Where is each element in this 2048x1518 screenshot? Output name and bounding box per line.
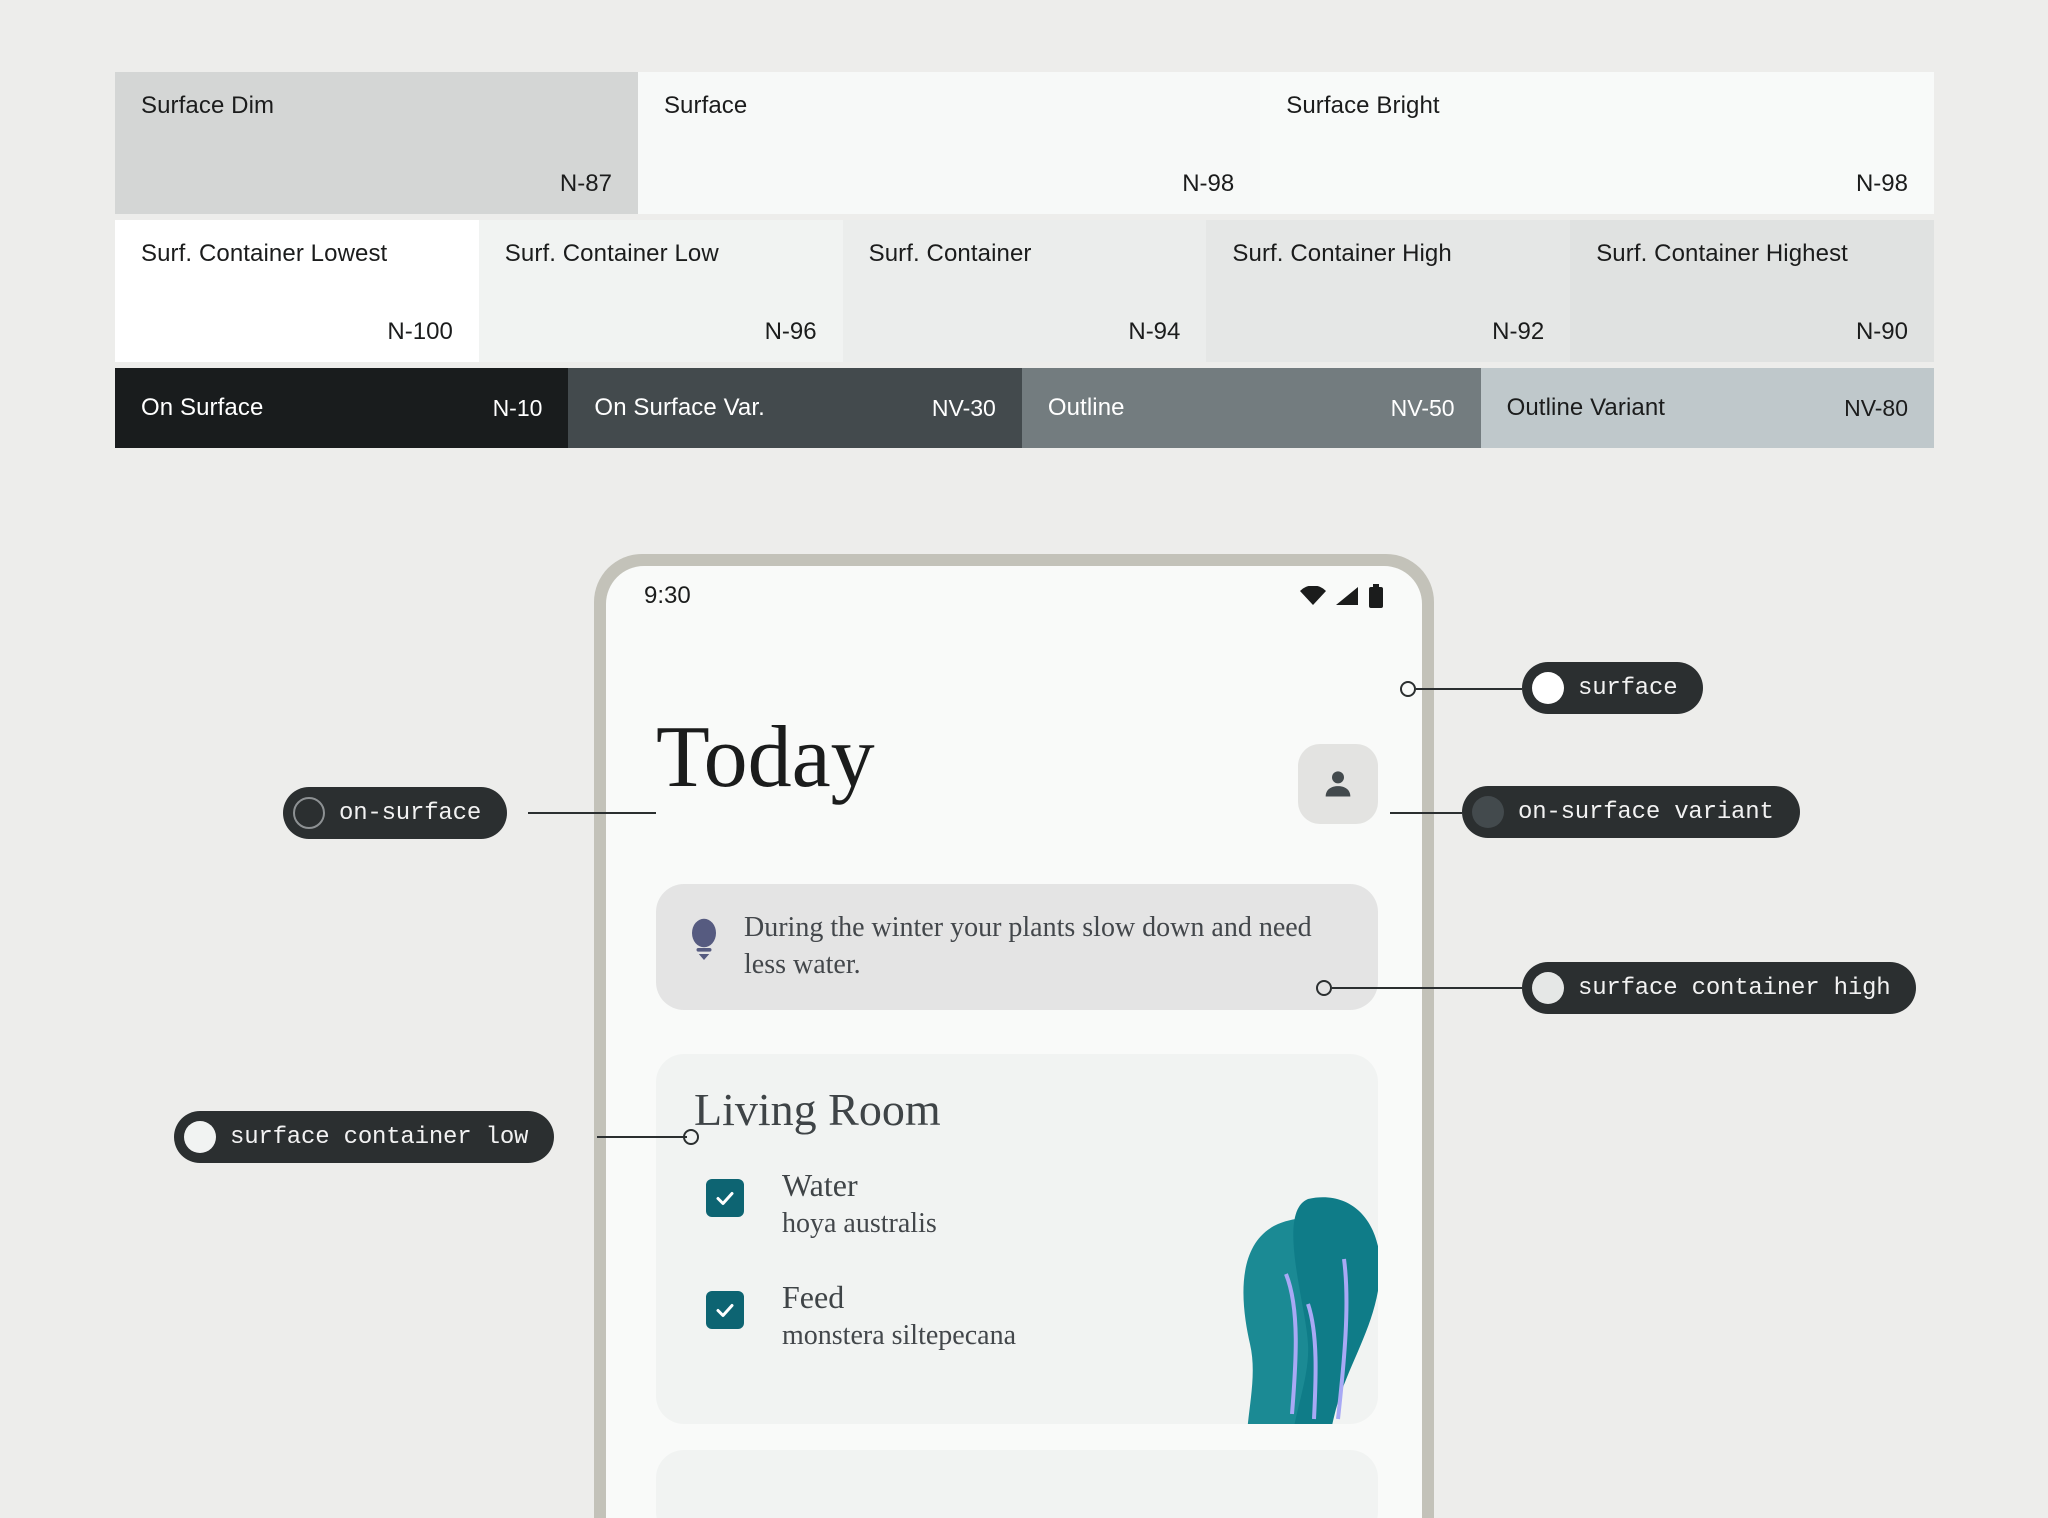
- page-title: Today: [656, 709, 875, 806]
- checkbox-feed[interactable]: [706, 1290, 744, 1329]
- swatch-label: Surface: [663, 92, 748, 119]
- swatch-tone: N-87: [559, 170, 612, 197]
- swatch-container-highest[interactable]: Surf. Container Highest N-90: [1570, 220, 1934, 362]
- battery-icon: [1369, 584, 1383, 608]
- status-bar: 9:30: [606, 566, 1422, 626]
- swatch-label: Surf. Container High: [1232, 240, 1452, 267]
- wifi-icon: [1300, 586, 1326, 605]
- task-text-group: Feed monstera siltepecana: [782, 1277, 1016, 1355]
- swatch-label: Surface Bright: [1286, 92, 1440, 119]
- annotation-label: on-surface: [339, 799, 482, 827]
- annotation-label: surface container low: [230, 1123, 529, 1151]
- page-root: Surface Dim N-87 Surface N-98 Surface Br…: [0, 0, 2048, 1518]
- swatch-label: Surf. Container: [868, 240, 1032, 267]
- leader-line-surface: [1416, 688, 1522, 690]
- swatch-label: On Surface: [141, 394, 264, 421]
- annotation-on-surface-variant[interactable]: on-surface variant: [1462, 786, 1800, 838]
- swatch-dot-icon: [1532, 972, 1564, 1004]
- lightbulb-icon: [692, 918, 716, 960]
- cell-signal-icon: [1336, 587, 1358, 605]
- task-text-group: Water hoya australis: [782, 1165, 937, 1243]
- swatch-dot-icon: [184, 1121, 216, 1153]
- next-room-card[interactable]: [656, 1450, 1378, 1518]
- status-icons: [1300, 584, 1384, 608]
- person-icon: [1325, 771, 1351, 797]
- swatch-tone: NV-50: [1390, 394, 1455, 421]
- swatch-row-surfaces: Surface Dim N-87 Surface N-98 Surface Br…: [115, 72, 1934, 214]
- swatch-row-containers: Surf. Container Lowest N-100 Surf. Conta…: [115, 220, 1934, 362]
- swatch-dot-icon: [1472, 796, 1504, 828]
- swatch-tone: N-100: [387, 318, 453, 345]
- leader-endpoint-container-low: [683, 1129, 699, 1145]
- task-row[interactable]: Feed monstera siltepecana: [706, 1277, 1378, 1355]
- leader-line-on-surface-variant: [1390, 812, 1462, 814]
- annotation-surface[interactable]: surface: [1522, 662, 1704, 714]
- phone-screen: 9:30 Today During the winter your plants…: [606, 566, 1422, 1518]
- swatch-label: Outline Variant: [1506, 394, 1666, 421]
- task-list: Water hoya australis Feed monstera silte…: [706, 1165, 1378, 1355]
- swatch-label: Surf. Container Highest: [1596, 240, 1848, 267]
- swatch-outline-variant[interactable]: Outline Variant NV-80: [1480, 368, 1935, 448]
- task-name: Water: [782, 1167, 858, 1204]
- swatch-tone: NV-30: [931, 394, 996, 421]
- status-time: 9:30: [644, 582, 691, 609]
- room-title: Living Room: [694, 1084, 941, 1135]
- swatch-tone: N-94: [1128, 318, 1181, 345]
- swatch-surface[interactable]: Surface N-98: [637, 72, 1261, 214]
- swatch-row-on-surface: On Surface N-10 On Surface Var. NV-30 Ou…: [115, 368, 1935, 448]
- annotation-on-surface[interactable]: on-surface: [283, 787, 508, 839]
- task-name: Feed: [782, 1278, 845, 1315]
- task-row[interactable]: Water hoya australis: [706, 1165, 1378, 1243]
- surface-swatch-table: Surface Dim N-87 Surface N-98 Surface Br…: [115, 72, 1935, 448]
- room-card[interactable]: Living Room Water hoya australis Feed mo…: [656, 1054, 1378, 1424]
- swatch-container-low[interactable]: Surf. Container Low N-96: [478, 220, 843, 362]
- leader-endpoint-container-high: [1316, 980, 1332, 996]
- leader-line-container-high: [1332, 987, 1522, 989]
- tip-text: During the winter your plants slow down …: [744, 912, 1312, 980]
- tip-card[interactable]: During the winter your plants slow down …: [656, 884, 1378, 1010]
- swatch-outline[interactable]: Outline NV-50: [1021, 368, 1481, 448]
- swatch-container[interactable]: Surf. Container N-94: [842, 220, 1207, 362]
- annotation-label: surface: [1578, 674, 1678, 702]
- swatch-tone: N-10: [492, 394, 543, 421]
- annotation-label: on-surface variant: [1518, 798, 1774, 826]
- swatch-tone: N-98: [1182, 170, 1235, 197]
- swatch-label: Surface Dim: [141, 92, 275, 119]
- swatch-surface-bright[interactable]: Surface Bright N-98: [1260, 72, 1934, 214]
- swatch-tone: NV-80: [1844, 394, 1909, 421]
- swatch-label: Outline: [1047, 394, 1125, 421]
- swatch-label: Surf. Container Lowest: [141, 240, 388, 267]
- checkbox-water[interactable]: [706, 1179, 744, 1218]
- avatar[interactable]: [1298, 744, 1378, 824]
- annotation-surface-container-high[interactable]: surface container high: [1522, 962, 1917, 1014]
- phone-mockup: 9:30 Today During the winter your plants…: [594, 554, 1434, 1518]
- task-plant: hoya australis: [782, 1208, 937, 1240]
- check-icon: [716, 1192, 734, 1206]
- swatch-on-surface-variant[interactable]: On Surface Var. NV-30: [568, 368, 1022, 448]
- swatch-tone: N-96: [764, 318, 817, 345]
- swatch-tone: N-98: [1855, 170, 1908, 197]
- annotation-surface-container-low[interactable]: surface container low: [174, 1111, 555, 1163]
- check-icon: [716, 1303, 734, 1317]
- swatch-container-lowest[interactable]: Surf. Container Lowest N-100: [115, 220, 479, 362]
- leader-endpoint-surface: [1400, 681, 1416, 697]
- swatch-tone: N-90: [1855, 318, 1908, 345]
- swatch-label: Surf. Container Low: [504, 240, 719, 267]
- swatch-surface-dim[interactable]: Surface Dim N-87: [115, 72, 638, 214]
- swatch-tone: N-92: [1492, 318, 1545, 345]
- swatch-on-surface[interactable]: On Surface N-10: [115, 368, 569, 448]
- swatch-label: On Surface Var.: [594, 394, 765, 421]
- annotation-label: surface container high: [1578, 974, 1891, 1002]
- leader-line-on-surface: [528, 812, 656, 814]
- swatch-container-high[interactable]: Surf. Container High N-92: [1206, 220, 1571, 362]
- swatch-dot-icon: [1532, 672, 1564, 704]
- swatch-dot-icon: [293, 797, 325, 829]
- task-plant: monstera siltepecana: [782, 1319, 1017, 1351]
- leader-line-container-low: [597, 1136, 687, 1138]
